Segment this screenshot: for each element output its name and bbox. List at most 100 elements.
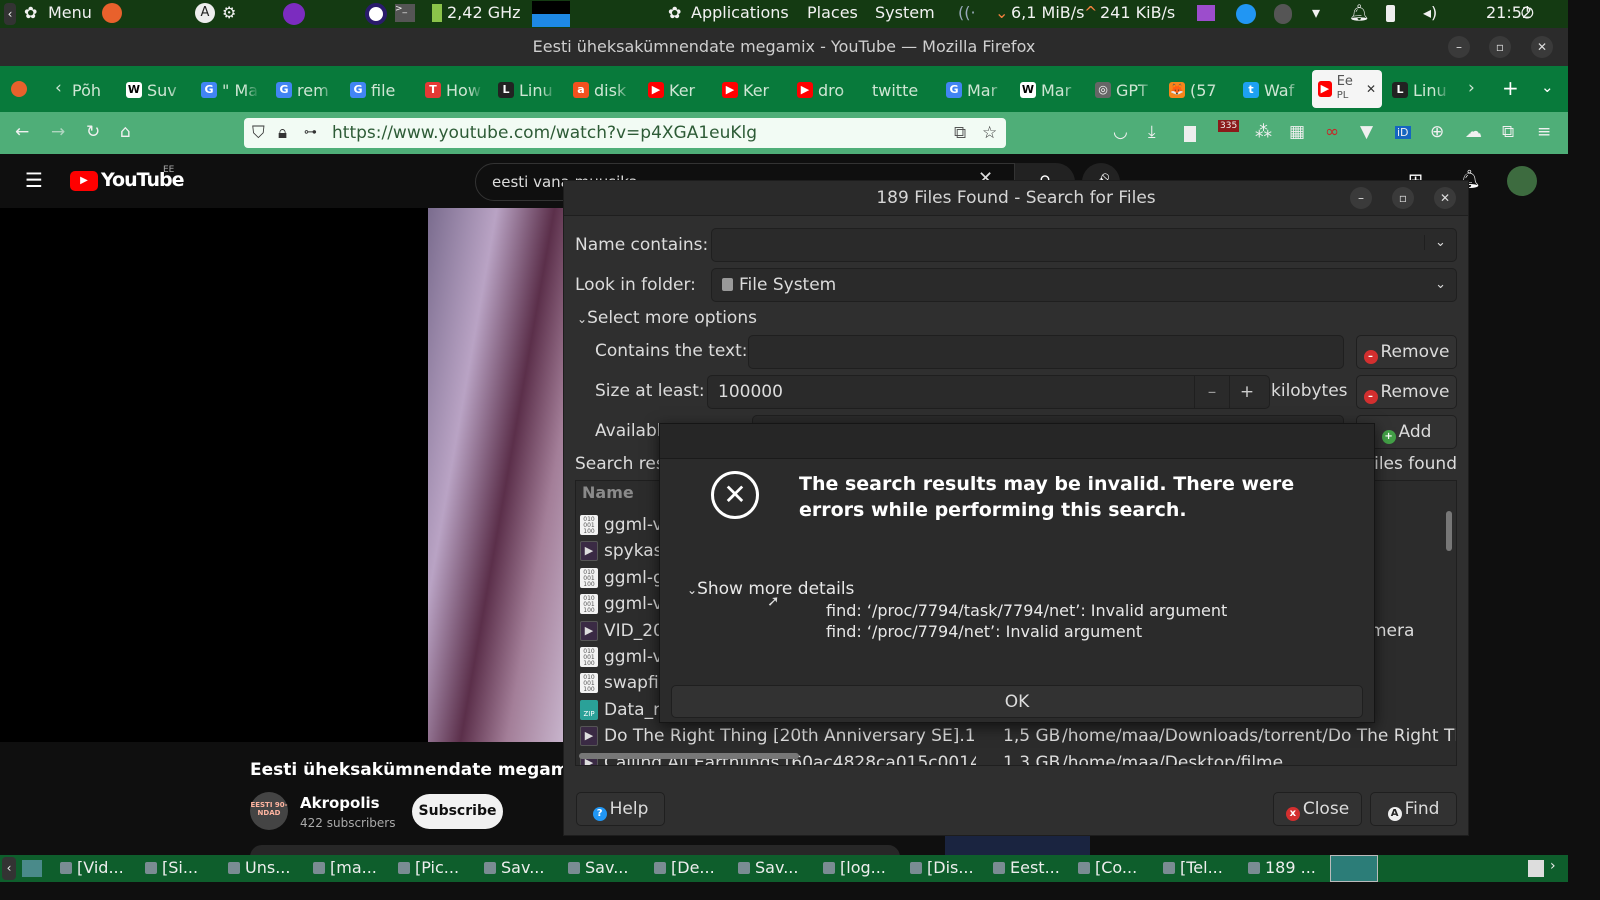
tab[interactable]: ▶ Ee PL ✕: [1312, 70, 1382, 108]
minimize-button[interactable]: –: [1448, 36, 1470, 58]
tab[interactable]: Grem: [276, 76, 334, 104]
taskbar-item[interactable]: [Pic...: [398, 858, 459, 877]
home-button[interactable]: ⌂: [120, 122, 131, 142]
settings-icon[interactable]: ⚙: [222, 3, 236, 22]
youtube-logo-icon[interactable]: ▶: [70, 171, 98, 191]
taskbar-item[interactable]: [Vid...: [60, 858, 124, 877]
taskbar-item[interactable]: [De...: [654, 858, 715, 877]
taskbar-item[interactable]: Sav...: [738, 858, 798, 877]
firefox-launcher-icon[interactable]: [102, 3, 122, 23]
tab[interactable]: ▶ dro: [797, 76, 855, 104]
taskbar-item[interactable]: [Tel...: [1163, 858, 1223, 877]
forward-button[interactable]: →: [51, 122, 65, 142]
taskbar-left-arrow[interactable]: ‹: [2, 857, 16, 880]
close-window-button[interactable]: ✕: [1531, 36, 1553, 58]
taskbar-item[interactable]: 189 ...: [1248, 858, 1316, 877]
list-tabs-icon[interactable]: ⌄: [1541, 78, 1554, 96]
taskbar-item[interactable]: [Si...: [145, 858, 198, 877]
extension-icon[interactable]: ☁: [1465, 122, 1482, 142]
scroll-tabs-left-icon[interactable]: ‹: [55, 78, 62, 98]
tab[interactable]: L Linu: [1392, 76, 1450, 104]
panel-left-arrow[interactable]: ‹: [4, 3, 16, 25]
tab[interactable]: ▶ Ker: [722, 76, 780, 104]
reload-button[interactable]: ↻: [86, 122, 100, 142]
taskbar-item[interactable]: Sav...: [484, 858, 544, 877]
menu-button[interactable]: Menu: [48, 3, 92, 22]
tab[interactable]: 🦊 (57: [1169, 76, 1227, 104]
terminal-icon[interactable]: >_: [395, 4, 415, 22]
ublock-icon[interactable]: 335: [1218, 120, 1240, 132]
power-icon[interactable]: ⏻: [1521, 3, 1534, 23]
show-desktop-icon[interactable]: [22, 860, 42, 877]
taskbar-right-arrow[interactable]: ›: [1550, 858, 1556, 874]
vertical-scrollbar[interactable]: [1446, 511, 1452, 551]
size-increment-button[interactable]: +: [1229, 376, 1264, 408]
taskbar-item[interactable]: Eest...: [993, 858, 1060, 877]
extension-icon[interactable]: ▼: [1360, 122, 1373, 142]
pocket-icon[interactable]: ◡: [1113, 122, 1128, 142]
ok-button[interactable]: OK: [671, 685, 1363, 718]
taskbar-item[interactable]: [ma...: [313, 858, 377, 877]
app-menu-icon[interactable]: ≡: [1537, 122, 1551, 142]
applications-menu[interactable]: Applications: [691, 3, 789, 22]
dialog-minimize-button[interactable]: –: [1350, 187, 1372, 209]
extension-icon[interactable]: ⁂: [1255, 122, 1272, 142]
scroll-tabs-right-icon[interactable]: ›: [1468, 78, 1475, 98]
back-button[interactable]: ←: [15, 122, 29, 142]
tor-icon[interactable]: [283, 3, 305, 25]
size-input[interactable]: 100000 – +: [707, 375, 1270, 409]
opera-icon[interactable]: [365, 3, 387, 25]
close-tab-icon[interactable]: ✕: [1366, 82, 1376, 96]
video-frame[interactable]: [428, 208, 564, 742]
tab[interactable]: L Linu: [498, 76, 556, 104]
battery-icon[interactable]: [1386, 5, 1395, 22]
permissions-icon[interactable]: ⊶: [304, 118, 317, 148]
close-button[interactable]: x Close: [1273, 792, 1362, 826]
tab[interactable]: G Mar: [946, 76, 1004, 104]
related-video-thumbnail[interactable]: [945, 836, 1090, 856]
extensions-puzzle-icon[interactable]: ⧉: [1502, 122, 1514, 142]
search-tool-icon[interactable]: A: [195, 3, 215, 23]
dialog-close-button[interactable]: ✕: [1434, 187, 1456, 209]
channel-name[interactable]: Akropolis: [300, 794, 380, 812]
avatar[interactable]: [1507, 166, 1537, 196]
guide-menu-icon[interactable]: ☰: [25, 168, 43, 192]
tray-app-icon[interactable]: [1274, 4, 1292, 24]
name-history-dropdown-icon[interactable]: ⌄: [1424, 235, 1446, 250]
volume-icon[interactable]: ◂): [1423, 3, 1437, 22]
tab[interactable]: T How: [425, 76, 483, 104]
tab[interactable]: Gfile: [350, 76, 408, 104]
telegram-tray-icon[interactable]: [1236, 4, 1256, 24]
tab[interactable]: Põh: [72, 76, 130, 104]
extension-icon[interactable]: [1184, 126, 1196, 142]
trash-icon[interactable]: [1528, 860, 1544, 877]
menu-icon[interactable]: ✿: [24, 3, 37, 22]
contains-text-input[interactable]: [748, 335, 1344, 369]
tab[interactable]: G " Ma: [201, 76, 259, 104]
extension-icon[interactable]: iD: [1395, 126, 1411, 139]
taskbar-item[interactable]: [Co...: [1078, 858, 1137, 877]
new-tab-button[interactable]: +: [1502, 76, 1519, 100]
remove-contains-text-button[interactable]: – Remove: [1356, 335, 1457, 369]
places-menu[interactable]: Places: [807, 3, 858, 22]
workspace-switcher[interactable]: [1330, 855, 1378, 882]
url-bar[interactable]: ⛉ 🔒︎ ⊶ https://www.youtube.com/watch?v=p…: [244, 118, 1006, 148]
taskbar-item[interactable]: [Dis...: [910, 858, 974, 877]
extension-icon[interactable]: ⊕: [1430, 122, 1444, 142]
tab[interactable]: W Mar: [1020, 76, 1078, 104]
tab[interactable]: ◎ GPT: [1095, 76, 1153, 104]
extension-icon[interactable]: ▦: [1289, 122, 1305, 142]
shield-icon[interactable]: ⛉: [252, 118, 265, 148]
help-button[interactable]: ? Help: [576, 792, 665, 826]
tab[interactable]: ▶ Ker: [648, 76, 706, 104]
tab[interactable]: t Waf: [1243, 76, 1301, 104]
channel-avatar[interactable]: EESTI 90-NDAD: [250, 792, 288, 830]
name-contains-input[interactable]: [711, 228, 1457, 262]
extension-icon[interactable]: ∞: [1325, 122, 1339, 142]
notifications-icon[interactable]: 🔔︎: [1349, 3, 1369, 22]
taskbar-item[interactable]: [log...: [823, 858, 886, 877]
horizontal-scrollbar[interactable]: [579, 753, 799, 759]
find-button[interactable]: A Find: [1370, 792, 1457, 826]
maximize-button[interactable]: ▫: [1489, 36, 1511, 58]
downloads-icon[interactable]: ⤓: [1148, 122, 1156, 142]
